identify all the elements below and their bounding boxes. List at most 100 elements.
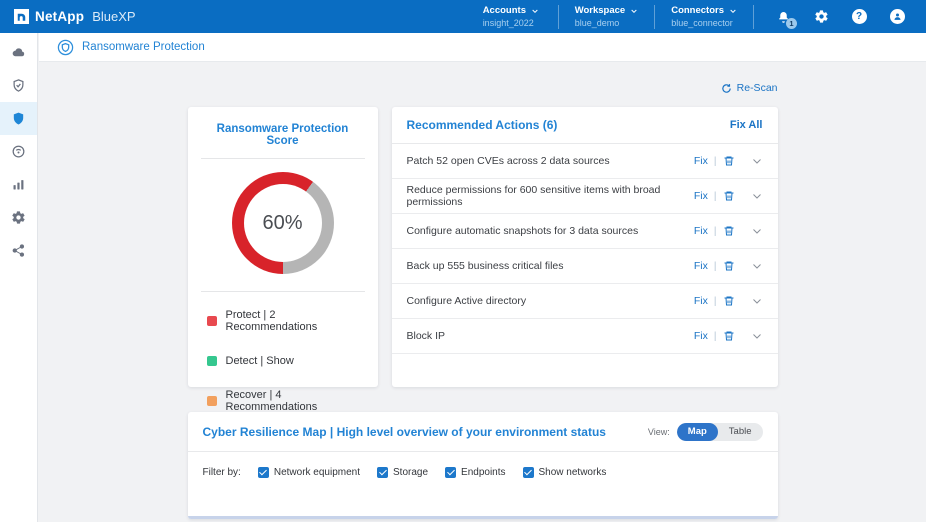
legend-item-detect[interactable]: Detect | Show	[207, 355, 365, 367]
cyber-resilience-card: Cyber Resilience Map | High level overvi…	[188, 412, 778, 519]
connectors-menu[interactable]: Connectors blue_connector	[655, 5, 754, 29]
action-label: Configure automatic snapshots for 3 data…	[407, 225, 639, 237]
fix-all-button[interactable]: Fix All	[730, 119, 763, 131]
action-rows: Patch 52 open CVEs across 2 data sources…	[392, 144, 778, 354]
score-donut-chart: 60%	[232, 172, 334, 274]
fix-button[interactable]: Fix	[694, 190, 708, 202]
action-row: Block IPFix|	[392, 319, 778, 354]
delete-button[interactable]	[723, 225, 735, 237]
delete-button[interactable]	[723, 190, 735, 202]
help-button[interactable]: ?	[850, 8, 868, 26]
fix-button[interactable]: Fix	[694, 260, 708, 272]
checkbox-checked[interactable]	[445, 467, 456, 478]
checkbox-checked[interactable]	[258, 467, 269, 478]
delete-button[interactable]	[723, 260, 735, 272]
expand-button[interactable]	[751, 225, 763, 237]
sidebar-item-governance[interactable]	[0, 201, 37, 234]
user-button[interactable]	[888, 8, 906, 26]
action-row: Reduce permissions for 600 sensitive ite…	[392, 179, 778, 214]
settings-button[interactable]	[812, 8, 830, 26]
connectors-menu-value: blue_connector	[671, 18, 737, 28]
notifications-button[interactable]: 1	[774, 8, 792, 26]
trash-icon	[723, 260, 735, 272]
action-label: Reduce permissions for 600 sensitive ite…	[407, 184, 694, 208]
expand-button[interactable]	[751, 295, 763, 307]
delete-button[interactable]	[723, 155, 735, 167]
fix-button[interactable]: Fix	[694, 330, 708, 342]
workspace-menu-value: blue_demo	[575, 18, 639, 28]
accounts-menu[interactable]: Accounts insight_2022	[467, 5, 559, 29]
accounts-menu-value: insight_2022	[483, 18, 542, 28]
fix-button[interactable]: Fix	[694, 225, 708, 237]
chevron-down-icon	[751, 190, 763, 202]
trash-icon	[723, 330, 735, 342]
bar-chart-icon	[11, 177, 26, 192]
sidebar-item-ransomware-protection[interactable]	[0, 102, 37, 135]
trash-icon	[723, 190, 735, 202]
filter-network-equipment[interactable]: Network equipment	[258, 467, 360, 478]
sidebar-item-sharing[interactable]	[0, 234, 37, 267]
checkbox-checked[interactable]	[523, 467, 534, 478]
sidebar-item-health[interactable]	[0, 69, 37, 102]
expand-button[interactable]	[751, 155, 763, 167]
action-row: Configure Active directoryFix|	[392, 284, 778, 319]
control-separator: |	[714, 226, 717, 237]
sidebar-item-observability[interactable]	[0, 135, 37, 168]
fix-button[interactable]: Fix	[694, 155, 708, 167]
delete-button[interactable]	[723, 295, 735, 307]
sidebar-item-analytics[interactable]	[0, 168, 37, 201]
fix-button[interactable]: Fix	[694, 295, 708, 307]
netapp-logo-icon	[14, 9, 29, 24]
view-label: View:	[648, 427, 670, 437]
control-separator: |	[714, 331, 717, 342]
view-option-table[interactable]: Table	[718, 423, 763, 441]
view-option-map[interactable]: Map	[677, 423, 718, 441]
chevron-down-icon	[751, 330, 763, 342]
action-row: Patch 52 open CVEs across 2 data sources…	[392, 144, 778, 179]
control-separator: |	[714, 261, 717, 272]
brand-logo: NetApp BlueXP	[14, 9, 136, 24]
rescan-label: Re-Scan	[737, 82, 778, 94]
brand-name: NetApp	[35, 9, 84, 24]
expand-button[interactable]	[751, 260, 763, 272]
legend-item-recover[interactable]: Recover | 4 Recommendations	[207, 389, 365, 413]
control-separator: |	[714, 296, 717, 307]
brand-product: BlueXP	[92, 9, 135, 24]
control-separator: |	[714, 191, 717, 202]
gear-icon	[11, 210, 26, 225]
legend-label: Protect | 2 Recommendations	[226, 309, 365, 333]
recommended-actions-card: Recommended Actions (6) Fix All Patch 52…	[392, 107, 778, 387]
sidebar	[0, 33, 38, 522]
legend-swatch-detect	[207, 356, 217, 366]
sidebar-item-storage[interactable]	[0, 36, 37, 69]
trash-icon	[723, 225, 735, 237]
legend-item-protect[interactable]: Protect | 2 Recommendations	[207, 309, 365, 333]
filter-endpoints[interactable]: Endpoints	[445, 467, 505, 478]
view-toggle: Map Table	[677, 423, 763, 441]
checkbox-checked[interactable]	[377, 467, 388, 478]
chevron-down-icon	[531, 7, 539, 15]
chevron-down-icon	[630, 7, 638, 15]
legend-swatch-recover	[207, 396, 217, 406]
expand-button[interactable]	[751, 190, 763, 202]
main-content: Re-Scan Ransomware Protection Score 60%	[39, 62, 926, 522]
action-label: Back up 555 business critical files	[407, 260, 564, 272]
expand-button[interactable]	[751, 330, 763, 342]
shield-circle-icon	[57, 39, 74, 56]
chevron-down-icon	[729, 7, 737, 15]
actions-card-title: Recommended Actions (6)	[407, 118, 558, 132]
cloud-icon	[11, 45, 26, 60]
resilience-card-title: Cyber Resilience Map | High level overvi…	[203, 425, 606, 439]
filter-label-text: Show networks	[539, 467, 607, 478]
rescan-button[interactable]: Re-Scan	[721, 82, 778, 94]
workspace-menu[interactable]: Workspace blue_demo	[559, 5, 656, 29]
filter-storage[interactable]: Storage	[377, 467, 428, 478]
delete-button[interactable]	[723, 330, 735, 342]
top-bar: NetApp BlueXP Accounts insight_2022 Work…	[0, 0, 926, 33]
breadcrumb: Ransomware Protection	[39, 33, 926, 62]
score-card-title: Ransomware Protection Score	[201, 123, 365, 147]
filter-by-label: Filter by:	[203, 467, 241, 478]
shield-check-icon	[11, 78, 26, 93]
accounts-menu-label: Accounts	[483, 5, 526, 16]
filter-show-networks[interactable]: Show networks	[523, 467, 607, 478]
